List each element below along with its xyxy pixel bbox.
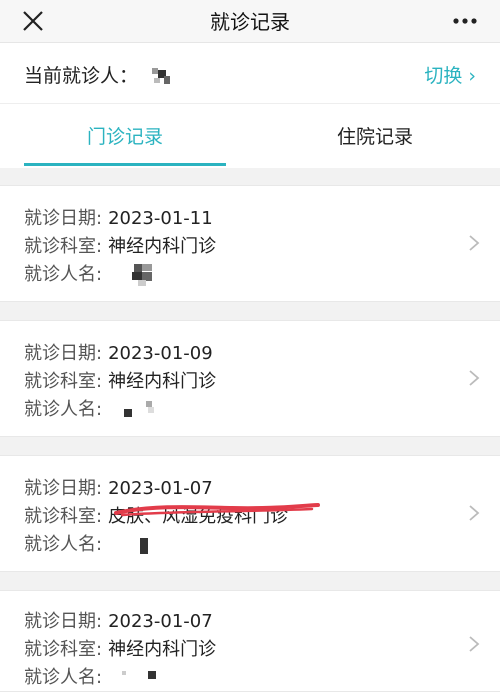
record-card[interactable]: 就诊日期: 2023-01-11 就诊科室: 神经内科门诊 就诊人名: [0,185,500,302]
red-annotation-scribble [114,503,320,517]
record-date-row: 就诊日期: 2023-01-07 [24,611,213,632]
tab-bar: 门诊记录 住院记录 [0,104,500,168]
record-dept: 神经内科门诊 [108,639,217,660]
record-name-row: 就诊人名: [24,264,103,285]
record-date: 2023-01-09 [108,343,213,364]
record-card[interactable]: 就诊日期: 2023-01-07 就诊科室: 神经内科门诊 就诊人名: [0,590,500,692]
record-name-row: 就诊人名: [24,667,103,688]
record-dept: 神经内科门诊 [108,371,217,392]
switch-label: 切换 [424,65,463,87]
chevron-right-icon [469,370,480,386]
switch-patient-button[interactable]: 切换 › [424,61,476,88]
record-date-row: 就诊日期: 2023-01-11 [24,208,213,229]
chevron-right-icon [469,235,480,251]
record-dept-row: 就诊科室: 神经内科门诊 [24,236,217,257]
top-bar: 就诊记录 [0,0,500,43]
record-card[interactable]: 就诊日期: 2023-01-07 就诊科室: 皮肤、风湿免疫科门诊 就诊人名: [0,455,500,572]
redacted-name [124,401,154,417]
record-name-row: 就诊人名: [24,534,103,555]
record-date-row: 就诊日期: 2023-01-07 [24,478,213,499]
redacted-name [122,671,156,679]
redacted-name [140,538,148,554]
chevron-right-icon: › [468,65,476,87]
record-date: 2023-01-11 [108,208,213,229]
record-date-row: 就诊日期: 2023-01-09 [24,343,213,364]
record-dept-row: 就诊科室: 神经内科门诊 [24,371,217,392]
redacted-name [152,68,170,84]
current-patient-label: 当前就诊人： [24,65,139,87]
record-dept-row: 就诊科室: 神经内科门诊 [24,639,217,660]
chevron-right-icon [469,505,480,521]
chevron-right-icon [469,636,480,652]
record-name-row: 就诊人名: [24,399,103,420]
more-icon[interactable] [452,17,478,25]
record-dept: 神经内科门诊 [108,236,217,257]
redacted-name [132,264,152,286]
tab-inpatient[interactable]: 住院记录 [250,122,500,149]
record-date: 2023-01-07 [108,611,213,632]
page-title: 就诊记录 [210,10,290,34]
tab-outpatient[interactable]: 门诊记录 [0,122,250,149]
active-tab-indicator [24,163,226,166]
record-date: 2023-01-07 [108,478,213,499]
record-card[interactable]: 就诊日期: 2023-01-09 就诊科室: 神经内科门诊 就诊人名: [0,320,500,437]
current-patient-bar: 当前就诊人： 切换 › [0,43,500,104]
